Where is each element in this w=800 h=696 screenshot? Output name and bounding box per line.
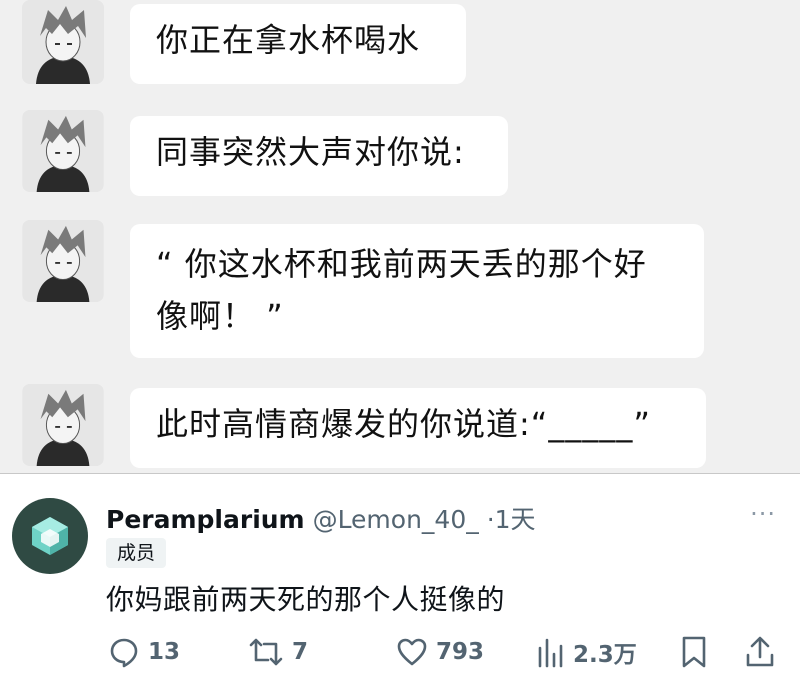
reply-button[interactable]: 13 <box>108 632 180 672</box>
reply-count: 13 <box>148 639 181 665</box>
chat-bubble: 同事突然大声对你说: <box>130 116 508 196</box>
timestamp[interactable]: 1天 <box>495 505 536 534</box>
chat-bubble: 此时高情商爆发的你说道:“_____” <box>130 388 706 468</box>
like-icon <box>397 638 427 666</box>
anime-avatar <box>22 110 104 192</box>
user-handle[interactable]: @Lemon_40_ <box>313 505 479 534</box>
cube-logo-icon <box>32 517 68 555</box>
chat-bubble: 你正在拿水杯喝水 <box>130 4 466 84</box>
anime-avatar <box>22 220 104 302</box>
bookmark-button[interactable] <box>680 632 716 672</box>
share-button[interactable] <box>744 632 784 672</box>
chat-screenshot: 你正在拿水杯喝水 同事突然大声对你说: “ 你这水杯和我前两天丢的那个好 像啊！… <box>0 0 800 474</box>
more-icon[interactable]: ··· <box>750 500 776 528</box>
anime-avatar <box>22 384 104 466</box>
tweet-header: Peramplarium @Lemon_40_ ·1天 <box>106 500 536 536</box>
views-count: 2.3万 <box>573 642 637 668</box>
member-badge: 成员 <box>106 538 167 568</box>
views-icon <box>538 638 563 668</box>
message-text: 同事突然大声对你说: <box>156 133 465 171</box>
message-text-line2: 像啊！ ” <box>156 297 284 335</box>
user-avatar[interactable] <box>12 498 88 574</box>
retweet-icon <box>249 638 283 666</box>
message-text-line1: “ 你这水杯和我前两天丢的那个好 <box>156 245 647 283</box>
like-button[interactable]: 793 <box>396 632 484 672</box>
message-text: 此时高情商爆发的你说道:“_____” <box>156 405 651 443</box>
views-button[interactable]: 2.3万 <box>537 632 637 672</box>
chat-bubble: “ 你这水杯和我前两天丢的那个好 像啊！ ” <box>130 224 704 358</box>
anime-avatar <box>22 0 104 84</box>
share-icon <box>746 636 774 667</box>
tweet-actions: 13 7 793 2.3万 <box>0 632 800 672</box>
like-count: 793 <box>436 639 485 665</box>
display-name[interactable]: Peramplarium <box>106 505 305 534</box>
separator-dot: · <box>486 505 495 534</box>
tweet-text: 你妈跟前两天死的那个人挺像的 <box>106 583 506 616</box>
retweet-button[interactable]: 7 <box>248 632 308 672</box>
retweet-count: 7 <box>292 639 309 665</box>
reply-icon <box>110 638 138 668</box>
bookmark-icon <box>682 636 706 668</box>
message-text: 你正在拿水杯喝水 <box>156 21 421 59</box>
